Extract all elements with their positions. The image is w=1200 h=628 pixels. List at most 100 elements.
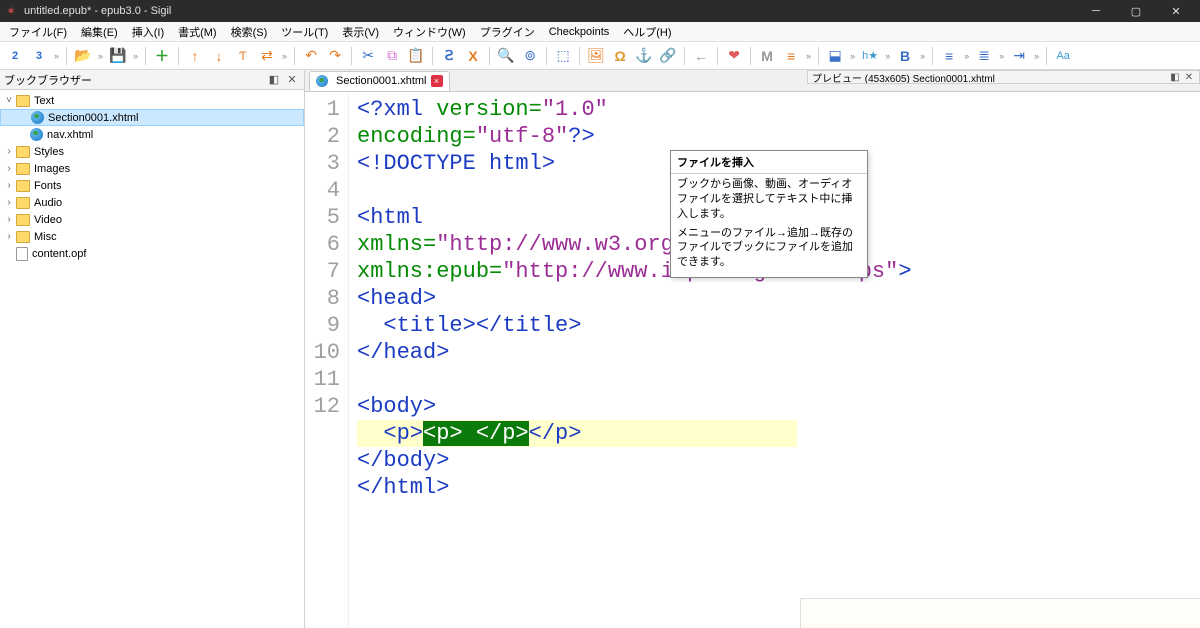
tree-folder[interactable]: ›Styles: [0, 143, 304, 160]
twisty-icon[interactable]: ›: [2, 197, 16, 208]
paste-icon[interactable]: 📋: [405, 45, 427, 67]
menu-file[interactable]: ファイル(F): [2, 22, 74, 42]
code-line[interactable]: <?xml version="1.0" encoding="utf-8"?>: [357, 96, 797, 150]
folder-icon: [16, 180, 30, 192]
check-icon[interactable]: X: [462, 45, 484, 67]
menu-edit[interactable]: 編集(E): [74, 22, 125, 42]
globe-icon: [31, 111, 44, 124]
code-line[interactable]: </head>: [357, 339, 797, 366]
panel-close-icon[interactable]: ✕: [284, 72, 300, 88]
tree-folder[interactable]: ˅ Text: [0, 92, 304, 109]
undo-icon[interactable]: ↶: [300, 45, 322, 67]
twisty-icon[interactable]: ˅: [2, 95, 16, 106]
anchor-icon[interactable]: ⚓: [633, 45, 655, 67]
overflow-icon[interactable]: »: [131, 51, 140, 61]
file-tree[interactable]: ˅ Text Section0001.xhtmlnav.xhtml›Styles›I…: [0, 90, 304, 628]
code-line[interactable]: <body>: [357, 393, 797, 420]
back-icon[interactable]: ←: [690, 45, 712, 67]
folder-icon: [16, 146, 30, 158]
link-icon[interactable]: 🔗: [657, 45, 679, 67]
panel-float-icon[interactable]: ◧: [1169, 71, 1181, 83]
twisty-icon[interactable]: ›: [2, 180, 16, 191]
twisty-icon[interactable]: ›: [2, 214, 16, 225]
lines-icon[interactable]: ≡: [780, 45, 802, 67]
twisty-icon[interactable]: ›: [2, 163, 16, 174]
h2-icon[interactable]: 2: [4, 45, 26, 67]
hstar-icon[interactable]: h★: [859, 45, 881, 67]
omega-icon[interactable]: Ω: [609, 45, 631, 67]
tree-label: Text: [34, 95, 54, 107]
overflow-icon[interactable]: »: [52, 51, 61, 61]
overflow-icon[interactable]: »: [918, 51, 927, 61]
maximize-button[interactable]: ▢: [1116, 0, 1156, 22]
menu-window[interactable]: ウィンドウ(W): [386, 22, 473, 42]
overflow-icon[interactable]: »: [883, 51, 892, 61]
minimize-button[interactable]: ─: [1076, 0, 1116, 22]
tree-folder[interactable]: ›Images: [0, 160, 304, 177]
zoom-icon[interactable]: 🔍: [495, 45, 517, 67]
image-icon[interactable]: 🖼: [585, 45, 607, 67]
arrow-up-icon[interactable]: ↑: [184, 45, 206, 67]
menu-help[interactable]: ヘルプ(H): [616, 22, 678, 42]
panel-float-icon[interactable]: ◧: [266, 72, 282, 88]
code-line[interactable]: </html>: [357, 474, 797, 501]
overflow-icon[interactable]: »: [962, 51, 971, 61]
copy-icon[interactable]: ⧉: [381, 45, 403, 67]
code-line[interactable]: <head>: [357, 285, 797, 312]
close-button[interactable]: ✕: [1156, 0, 1196, 22]
menu-tools[interactable]: ツール(T): [274, 22, 335, 42]
case-icon[interactable]: Aa: [1052, 45, 1074, 67]
align-left-icon[interactable]: ≡: [938, 45, 960, 67]
m-icon[interactable]: M: [756, 45, 778, 67]
arrow-down-icon[interactable]: ↓: [208, 45, 230, 67]
tree-label: Audio: [34, 197, 62, 209]
h3-icon[interactable]: 3: [28, 45, 50, 67]
code-line[interactable]: <title></title>: [357, 312, 797, 339]
save-icon[interactable]: 💾: [107, 45, 129, 67]
reverse-icon[interactable]: ⇄: [256, 45, 278, 67]
list-icon[interactable]: ≣: [973, 45, 995, 67]
tree-file[interactable]: Section0001.xhtml: [0, 109, 304, 126]
type-icon[interactable]: Ƭ: [232, 45, 254, 67]
code-line[interactable]: <p><p> </p></p>: [357, 420, 797, 447]
panel-close-icon[interactable]: ✕: [1183, 71, 1195, 83]
sigil-icon[interactable]: Ꙅ: [438, 45, 460, 67]
overflow-icon[interactable]: »: [280, 51, 289, 61]
tab-section0001[interactable]: Section0001.xhtml ×: [309, 71, 450, 91]
menu-insert[interactable]: 挿入(I): [125, 22, 171, 42]
overflow-icon[interactable]: »: [804, 51, 813, 61]
overflow-icon[interactable]: »: [1032, 51, 1041, 61]
tree-folder[interactable]: › Audio: [0, 194, 304, 211]
tree-file[interactable]: content.opf: [0, 245, 304, 262]
twisty-icon[interactable]: ›: [2, 146, 16, 157]
twisty-icon[interactable]: ›: [2, 231, 16, 242]
tooltip-line: メニューのファイル→追加→既存のファイルでブックにファイルを追加できます。: [677, 226, 861, 271]
open-icon[interactable]: 📂: [72, 45, 94, 67]
menu-format[interactable]: 書式(M): [171, 22, 224, 42]
locate-icon[interactable]: ⊚: [519, 45, 541, 67]
tab-label: Section0001.xhtml: [336, 75, 427, 87]
code-line[interactable]: [357, 366, 797, 393]
insert-file-icon[interactable]: ⬚: [552, 45, 574, 67]
block-icon[interactable]: ⬓: [824, 45, 846, 67]
tab-close-icon[interactable]: ×: [431, 75, 443, 87]
overflow-icon[interactable]: »: [997, 51, 1006, 61]
tree-file[interactable]: nav.xhtml: [0, 126, 304, 143]
code-line[interactable]: </body>: [357, 447, 797, 474]
menu-search[interactable]: 検索(S): [224, 22, 275, 42]
menu-view[interactable]: 表示(V): [335, 22, 386, 42]
folder-icon: [16, 197, 30, 209]
bold-icon[interactable]: B: [894, 45, 916, 67]
menu-checkpoints[interactable]: Checkpoints: [542, 24, 617, 40]
tree-folder[interactable]: ›Misc: [0, 228, 304, 245]
add-icon[interactable]: ＋: [151, 45, 173, 67]
heart-icon[interactable]: ❤: [723, 45, 745, 67]
tree-folder[interactable]: ›Video: [0, 211, 304, 228]
cut-icon[interactable]: ✂: [357, 45, 379, 67]
tree-folder[interactable]: ›Fonts: [0, 177, 304, 194]
overflow-icon[interactable]: »: [848, 51, 857, 61]
overflow-icon[interactable]: »: [96, 51, 105, 61]
redo-icon[interactable]: ↷: [324, 45, 346, 67]
indent-icon[interactable]: ⇥: [1008, 45, 1030, 67]
menu-plugin[interactable]: プラグイン: [473, 22, 542, 42]
